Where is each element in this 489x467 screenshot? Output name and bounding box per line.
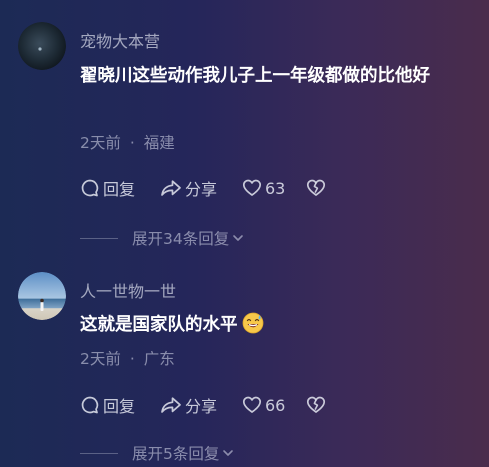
reply-button[interactable]: 回复: [80, 393, 160, 417]
meta-separator: ·: [129, 350, 135, 368]
reply-label: 回复: [103, 180, 136, 199]
location: 广东: [143, 350, 175, 368]
reply-icon: [81, 396, 99, 414]
dislike-button[interactable]: [306, 395, 329, 415]
like-count: 66: [265, 395, 286, 415]
comment-text: 这就是国家队的水平: [80, 309, 465, 346]
meta-separator: ·: [129, 134, 135, 152]
chevron-down-icon: [223, 450, 234, 456]
comment-meta: 2天前 · 福建: [80, 131, 175, 153]
divider-line: [80, 452, 118, 454]
chevron-down-icon: [233, 235, 244, 241]
broken-heart-icon: [306, 396, 326, 413]
reply-button[interactable]: 回复: [80, 176, 160, 200]
share-button[interactable]: 分享: [160, 393, 242, 417]
reply-icon: [81, 179, 99, 197]
comment-actions: 回复 分享 63: [80, 175, 329, 201]
timestamp: 2天前: [80, 134, 121, 152]
username[interactable]: 宠物大本营: [80, 28, 160, 52]
comment-text-content: 这就是国家队的水平: [80, 315, 238, 335]
share-button[interactable]: 分享: [160, 176, 242, 200]
comment-text: 翟晓川这些动作我儿子上一年级都做的比他好: [80, 66, 430, 86]
divider-line: [80, 237, 118, 239]
timestamp: 2天前: [80, 350, 121, 368]
like-button[interactable]: 66: [242, 395, 306, 415]
reply-label: 回复: [103, 397, 136, 416]
comment-actions: 回复 分享 66: [80, 392, 329, 418]
heart-icon: [242, 396, 262, 413]
like-count: 63: [265, 178, 286, 198]
expand-replies-button[interactable]: 展开5条回复: [80, 442, 235, 464]
share-label: 分享: [185, 397, 218, 416]
share-icon: [161, 397, 181, 413]
grinning-sweat-emoji-icon: [242, 312, 264, 346]
expand-replies-label: 展开5条回复: [132, 445, 220, 463]
location: 福建: [143, 134, 175, 152]
avatar[interactable]: [18, 272, 66, 320]
expand-replies-label: 展开34条回复: [132, 230, 230, 248]
share-label: 分享: [185, 180, 218, 199]
heart-icon: [242, 179, 262, 196]
dislike-button[interactable]: [306, 178, 329, 198]
share-icon: [161, 180, 181, 196]
username[interactable]: 人一世物一世: [80, 278, 176, 302]
comment-meta: 2天前 · 广东: [80, 347, 175, 369]
like-button[interactable]: 63: [242, 178, 306, 198]
avatar[interactable]: [18, 22, 66, 70]
expand-replies-button[interactable]: 展开34条回复: [80, 227, 245, 249]
broken-heart-icon: [306, 179, 326, 196]
